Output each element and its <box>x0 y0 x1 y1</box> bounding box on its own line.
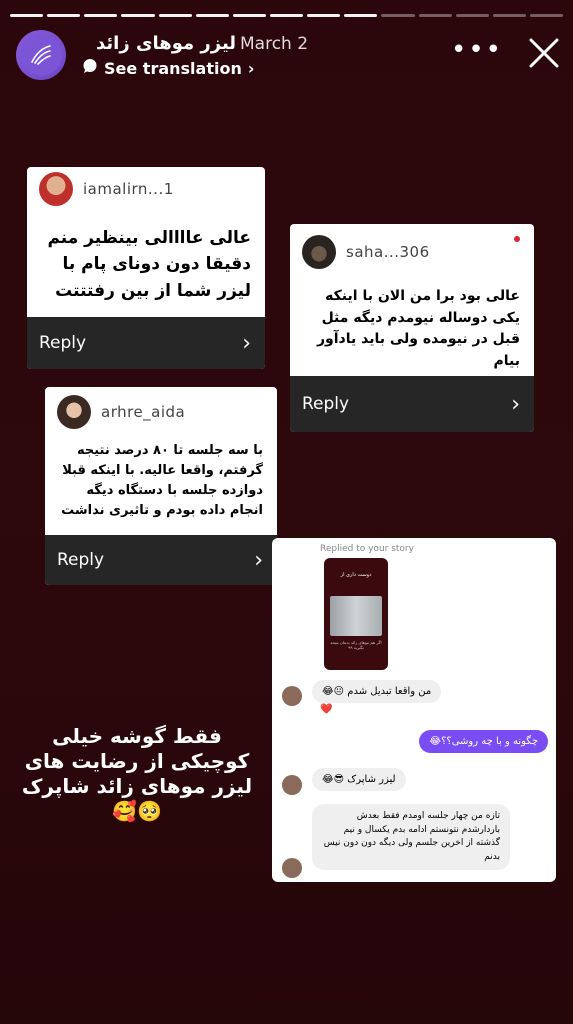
reply-button[interactable]: Reply › <box>27 317 265 369</box>
comment-username: iamalirn...1 <box>83 180 174 198</box>
progress-segment <box>455 14 489 17</box>
comment-text: عالی عاااالی بینظیر منم دقیقا دون دونای … <box>47 228 251 301</box>
progress-segment <box>121 14 155 17</box>
progress-segment <box>158 14 192 17</box>
comment-text: با سه جلسه تا ۸۰ درصد نتیجه گرفتم، واقعا… <box>61 443 263 519</box>
sender-avatar <box>282 686 302 706</box>
story-thumbnail-title: دوست داری از <box>340 572 372 578</box>
progress-segment <box>381 14 415 17</box>
comment-card: arhre_aida با سه جلسه تا ۸۰ درصد نتیجه گ… <box>45 387 277 585</box>
reply-button[interactable]: Reply › <box>290 376 534 432</box>
comment-card: saha...306 عالی بود برا من الان با اینکه… <box>290 224 534 432</box>
close-icon[interactable] <box>527 36 561 70</box>
comment-user: iamalirn...1 <box>27 167 265 211</box>
see-translation-label: See translation <box>104 58 242 78</box>
account-name[interactable]: لیزر موهای زائد <box>96 33 236 54</box>
chevron-right-icon: › <box>247 58 255 78</box>
progress-segment <box>492 14 526 17</box>
comment-card: iamalirn...1 عالی عاااالی بینظیر منم دقی… <box>27 167 265 369</box>
comment-user: saha...306 <box>290 224 534 280</box>
story-thumbnail-photo <box>330 596 382 636</box>
account-avatar[interactable] <box>16 30 66 80</box>
progress-segment <box>418 14 452 17</box>
see-translation-link[interactable]: See translation › <box>82 58 254 78</box>
progress-segment <box>47 14 81 17</box>
message-bubble: من واقعا تبدیل شدم 😐😂 <box>312 680 442 703</box>
dm-screenshot: Replied to your story دوست داری از اگر ه… <box>272 538 556 882</box>
replied-to-story-label: Replied to your story <box>320 544 414 554</box>
unread-dot <box>514 236 520 242</box>
post-date: March 2 <box>240 34 309 54</box>
reply-button[interactable]: Reply › <box>45 535 277 585</box>
message-bubble: لیزر شاپرک 😎😂 <box>312 768 406 791</box>
chevron-right-icon: › <box>254 547 263 573</box>
story-caption: فقط گوشه خیلی کوچیکی از رضایت های لیزر م… <box>21 724 253 823</box>
comment-username: arhre_aida <box>101 403 186 421</box>
user-avatar <box>57 395 91 429</box>
comment-username: saha...306 <box>346 243 430 261</box>
story-progress-bar <box>10 14 564 17</box>
story-thumbnail-caption: اگر هم موهای زائد بدنتان نتیجه بگیرید ۹۹ <box>330 640 382 650</box>
progress-segment <box>84 14 118 17</box>
comment-user: arhre_aida <box>45 387 277 437</box>
progress-segment <box>232 14 266 17</box>
sender-avatar <box>282 775 302 795</box>
progress-segment <box>269 14 304 17</box>
progress-segment <box>344 14 378 17</box>
reply-label: Reply <box>302 394 350 414</box>
translate-bubble-icon <box>82 58 98 78</box>
comment-text: عالی بود برا من الان با اینکه یکی دوساله… <box>317 288 520 370</box>
more-icon[interactable]: ••• <box>451 37 503 63</box>
user-avatar <box>39 172 73 206</box>
message-bubble: تازه من چهار جلسه اومدم فقط بعدش باردارش… <box>312 804 510 870</box>
progress-segment <box>10 14 44 17</box>
avatar-logo-icon <box>20 34 62 76</box>
chevron-right-icon: › <box>511 391 520 417</box>
story-thumbnail: دوست داری از اگر هم موهای زائد بدنتان نت… <box>324 558 388 670</box>
progress-segment <box>195 14 229 17</box>
user-avatar <box>302 235 336 269</box>
reply-label: Reply <box>39 333 87 353</box>
story-header: لیزر موهای زائد March 2 See translation … <box>16 30 561 80</box>
chevron-right-icon: › <box>242 330 251 356</box>
message-bubble: چگونه و با چه روشی؟؟😂 <box>419 730 548 753</box>
progress-segment <box>307 14 341 17</box>
sender-avatar <box>282 858 302 878</box>
progress-segment <box>529 14 564 17</box>
heart-reaction: ❤️ <box>320 704 333 715</box>
reply-label: Reply <box>57 550 105 570</box>
